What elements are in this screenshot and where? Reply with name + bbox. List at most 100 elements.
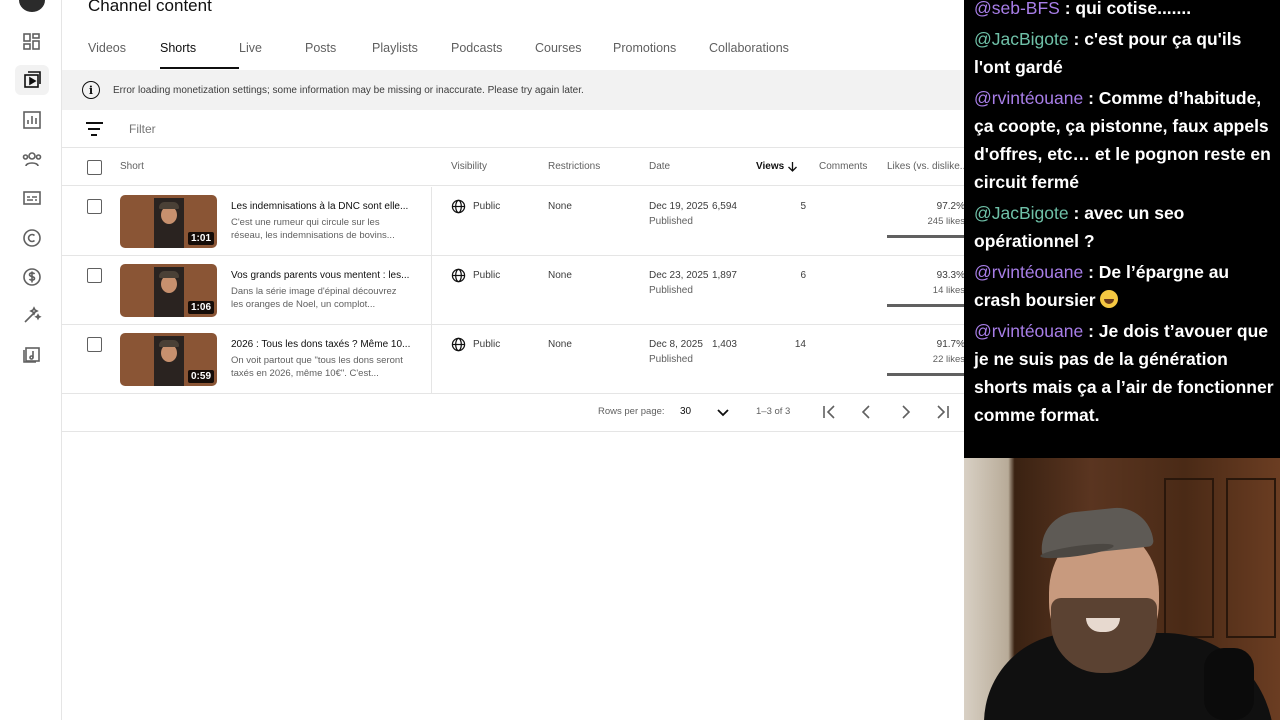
header-restrictions[interactable]: Restrictions bbox=[548, 161, 600, 172]
dashboard-icon[interactable] bbox=[21, 31, 43, 53]
avatar[interactable] bbox=[19, 0, 45, 12]
chat-message: @seb-BFS : qui cotise....... bbox=[974, 0, 1192, 18]
pagination: Rows per page: 30 1–3 of 3 bbox=[62, 393, 964, 432]
tab-collaborations[interactable]: Collaborations bbox=[709, 40, 799, 70]
video-description: C'est une rumeur qui circule sur les rés… bbox=[231, 217, 395, 241]
header-comments[interactable]: Comments bbox=[819, 161, 867, 172]
comments-value: 6 bbox=[800, 270, 806, 281]
first-page-icon[interactable] bbox=[820, 403, 838, 421]
last-page-icon[interactable] bbox=[934, 403, 952, 421]
studio-window: Channel content Videos Shorts Live Posts… bbox=[0, 0, 964, 720]
copyright-icon[interactable] bbox=[21, 227, 43, 249]
likes-bar-fill bbox=[887, 304, 964, 307]
filter-input[interactable] bbox=[129, 121, 529, 136]
publish-status: Published bbox=[649, 354, 693, 365]
chat-username: @rvintéouane bbox=[974, 321, 1084, 341]
likes-bar-fill bbox=[887, 373, 964, 376]
chat-message: @rvintéouane : Je dois t’avouer que je n… bbox=[974, 321, 1274, 425]
likes-bar-fill bbox=[887, 235, 964, 238]
likes-count: 22 likes bbox=[932, 354, 964, 365]
table-row[interactable]: 0:59 2026 : Tous les dons taxés ? Même 1… bbox=[62, 325, 964, 394]
video-title[interactable]: Vos grands parents vous mentent : les... bbox=[231, 270, 421, 281]
tab-shorts[interactable]: Shorts bbox=[160, 40, 239, 70]
tab-podcasts[interactable]: Podcasts bbox=[451, 40, 535, 70]
banner-text: Error loading monetization settings; som… bbox=[113, 84, 584, 96]
rows-per-page-label: Rows per page: bbox=[598, 406, 665, 417]
table-header: Short Visibility Restrictions Date Views… bbox=[62, 148, 964, 186]
likes-bar bbox=[887, 304, 964, 307]
webcam-feed bbox=[964, 458, 1280, 720]
tab-playlists[interactable]: Playlists bbox=[372, 40, 451, 70]
community-icon[interactable] bbox=[21, 148, 43, 170]
chat-username: @seb-BFS bbox=[974, 0, 1060, 18]
prev-page-icon[interactable] bbox=[858, 403, 876, 421]
video-description: On voit partout que "tous les dons seron… bbox=[231, 355, 403, 379]
likes-bar bbox=[887, 373, 964, 376]
audio-library-icon[interactable] bbox=[21, 343, 43, 365]
header-date[interactable]: Date bbox=[649, 161, 670, 172]
header-visibility[interactable]: Visibility bbox=[451, 161, 487, 172]
visibility-cell[interactable]: Public bbox=[451, 268, 500, 283]
info-icon: i bbox=[82, 81, 100, 99]
header-views[interactable]: Views bbox=[756, 161, 784, 172]
chevron-down-icon[interactable] bbox=[716, 405, 730, 419]
table-row[interactable]: 1:01 Les indemnisations à la DNC sont el… bbox=[62, 187, 964, 256]
visibility-label: Public bbox=[473, 201, 501, 212]
globe-icon bbox=[451, 268, 466, 283]
tab-posts[interactable]: Posts bbox=[305, 40, 372, 70]
tab-videos[interactable]: Videos bbox=[88, 40, 160, 70]
video-title[interactable]: Les indemnisations à la DNC sont elle... bbox=[231, 201, 421, 212]
table-row[interactable]: 1:06 Vos grands parents vous mentent : l… bbox=[62, 256, 964, 325]
chat-text: qui cotise....... bbox=[1075, 0, 1192, 18]
globe-icon bbox=[451, 199, 466, 214]
next-page-icon[interactable] bbox=[896, 403, 914, 421]
filter-icon[interactable] bbox=[84, 121, 104, 136]
video-thumbnail[interactable]: 1:01 bbox=[120, 195, 217, 248]
monetization-error-banner: i Error loading monetization settings; s… bbox=[62, 70, 964, 110]
chat-username: @rvintéouane bbox=[974, 88, 1084, 108]
video-description: Dans la série image d'épinal découvrez l… bbox=[231, 286, 397, 310]
date-value: Dec 19, 2025 bbox=[649, 201, 709, 212]
likes-bar bbox=[887, 235, 964, 238]
earn-icon[interactable] bbox=[21, 266, 43, 288]
duration-badge: 0:59 bbox=[187, 370, 214, 383]
arrow-down-icon[interactable] bbox=[787, 161, 798, 172]
video-title[interactable]: 2026 : Tous les dons taxés ? Même 10... bbox=[231, 339, 421, 350]
analytics-icon[interactable] bbox=[21, 109, 43, 131]
tab-courses[interactable]: Courses bbox=[535, 40, 613, 70]
filter-bar bbox=[62, 110, 964, 148]
rows-per-page-select[interactable]: 30 bbox=[680, 406, 691, 417]
views-value: 1,897 bbox=[711, 270, 737, 281]
main-content: Channel content Videos Shorts Live Posts… bbox=[62, 0, 964, 720]
views-value: 6,594 bbox=[711, 201, 737, 212]
publish-status: Published bbox=[649, 285, 693, 296]
globe-icon bbox=[451, 337, 466, 352]
subtitles-icon[interactable] bbox=[21, 187, 43, 209]
header-likes[interactable]: Likes (vs. dislike... bbox=[887, 161, 964, 172]
visibility-cell[interactable]: Public bbox=[451, 199, 500, 214]
row-checkbox[interactable] bbox=[87, 268, 102, 283]
content-icon[interactable] bbox=[15, 65, 49, 95]
rofl-emoji bbox=[1100, 290, 1119, 308]
row-checkbox[interactable] bbox=[87, 337, 102, 352]
row-checkbox[interactable] bbox=[87, 199, 102, 214]
visibility-label: Public bbox=[473, 339, 501, 350]
duration-badge: 1:01 bbox=[187, 232, 214, 245]
publish-status: Published bbox=[649, 216, 693, 227]
select-all-checkbox[interactable] bbox=[87, 160, 102, 175]
live-chat-overlay: @seb-BFS : qui cotise....... @JacBigote … bbox=[964, 0, 1280, 458]
visibility-cell[interactable]: Public bbox=[451, 337, 500, 352]
likes-count: 14 likes bbox=[932, 285, 964, 296]
restrictions-value: None bbox=[548, 270, 572, 281]
page-range: 1–3 of 3 bbox=[756, 406, 791, 417]
video-thumbnail[interactable]: 1:06 bbox=[120, 264, 217, 317]
chat-username: @rvintéouane bbox=[974, 262, 1084, 282]
likes-percent: 97.2% bbox=[936, 201, 964, 212]
tab-promotions[interactable]: Promotions bbox=[613, 40, 709, 70]
duration-badge: 1:06 bbox=[187, 301, 214, 314]
likes-count: 245 likes bbox=[927, 216, 965, 227]
video-thumbnail[interactable]: 0:59 bbox=[120, 333, 217, 386]
tab-live[interactable]: Live bbox=[239, 40, 305, 70]
customization-icon[interactable] bbox=[21, 304, 43, 326]
date-value: Dec 23, 2025 bbox=[649, 270, 709, 281]
